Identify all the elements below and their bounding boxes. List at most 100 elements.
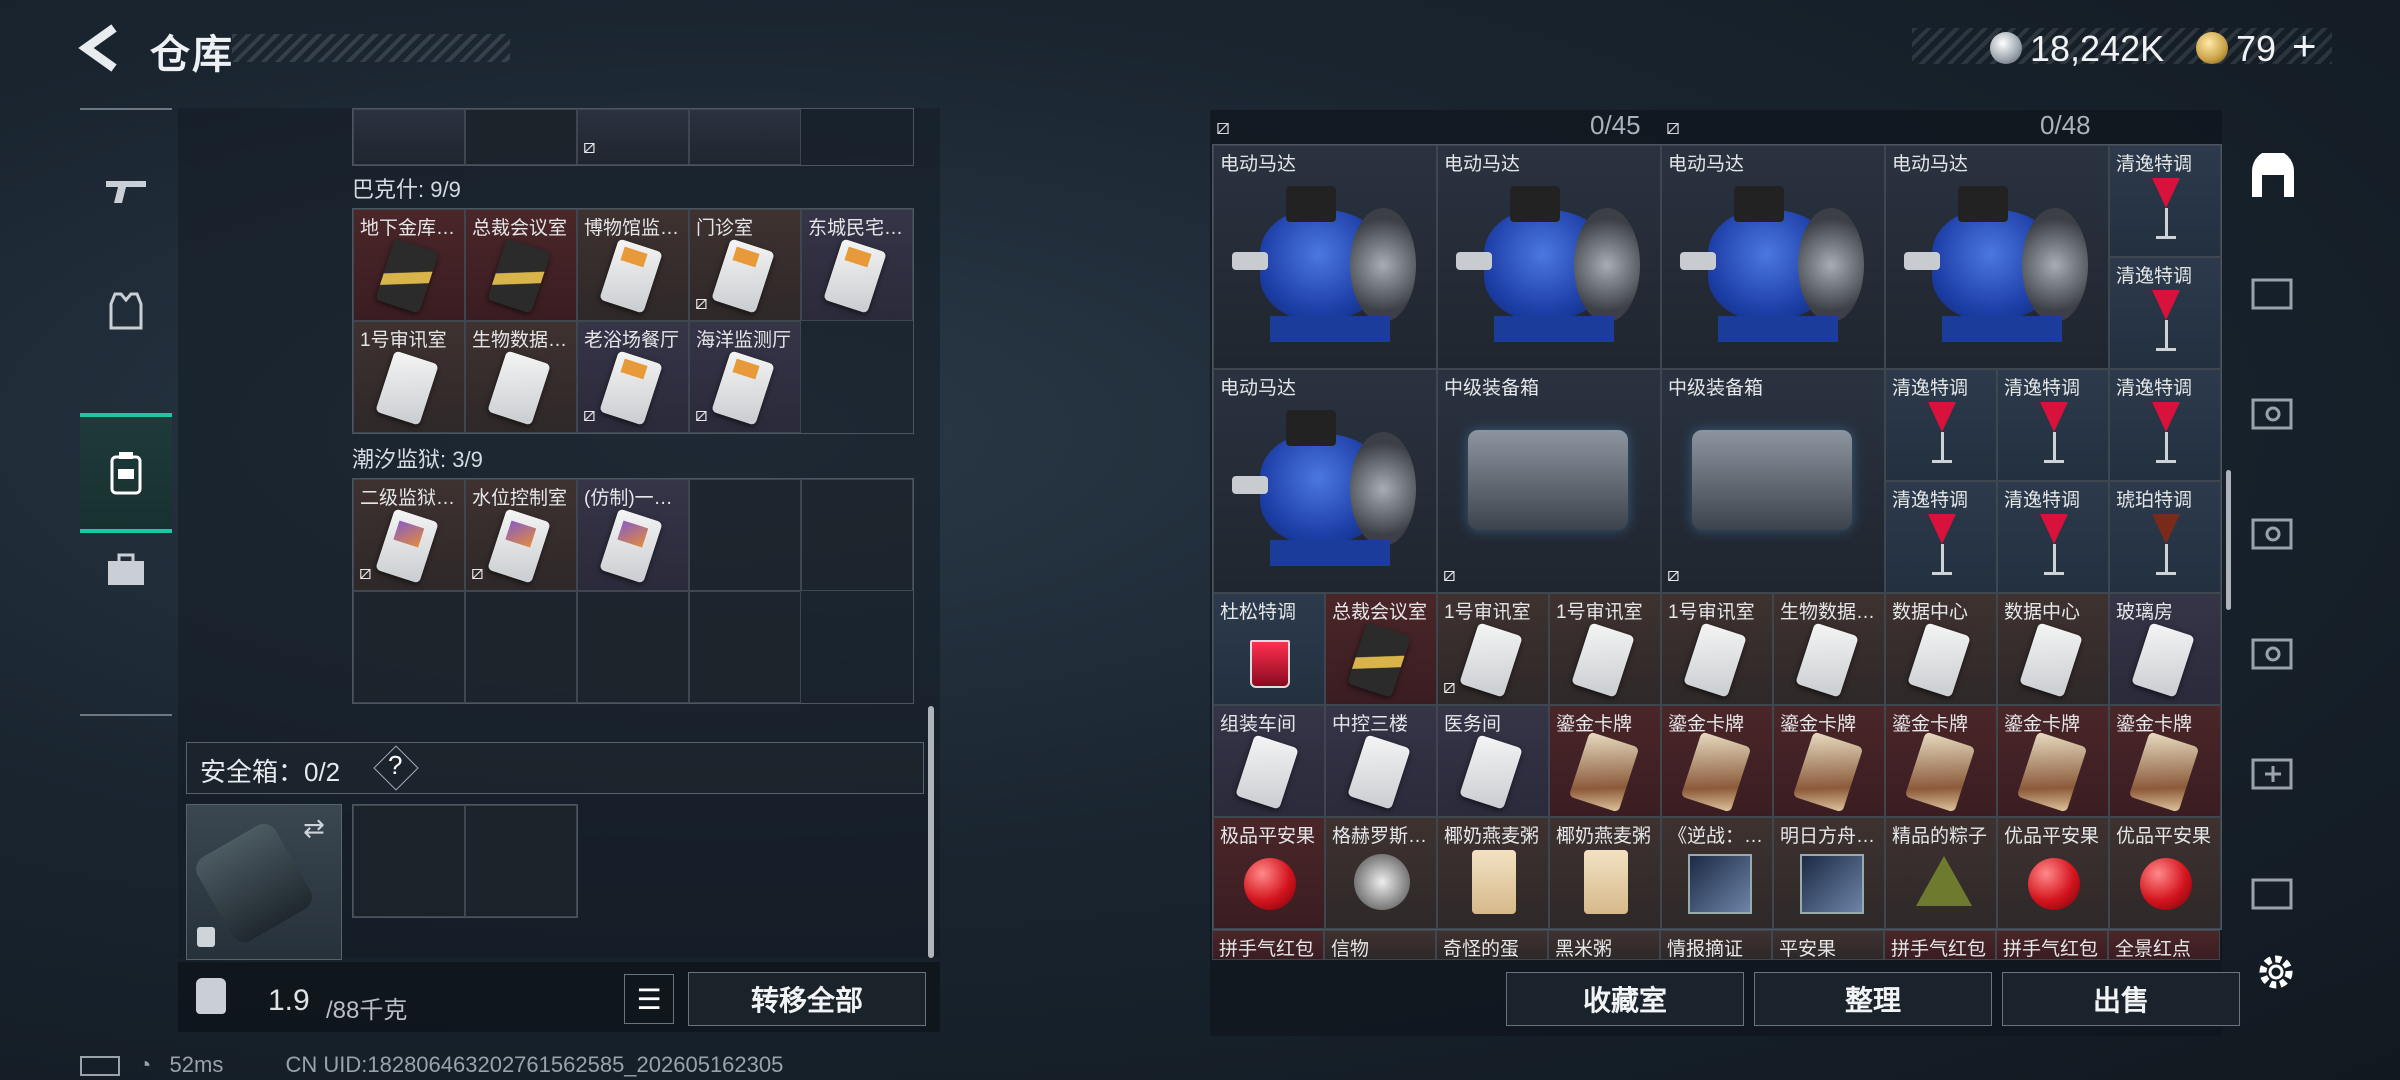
item-slot[interactable]: 1号审讯室 ⧄ [1437, 593, 1549, 705]
safe-slot[interactable] [465, 805, 577, 917]
item-slot[interactable]: 平安果 [1772, 930, 1884, 960]
nav-weapons[interactable] [80, 130, 172, 250]
item-slot[interactable]: 拼手气红包 [1212, 930, 1324, 960]
item-slot[interactable]: 精品的粽子 [1885, 817, 1997, 929]
grid-cell[interactable] [689, 591, 801, 703]
item-slot[interactable]: 1号审讯室 [1549, 593, 1661, 705]
album-icon [1800, 854, 1864, 914]
item-slot[interactable]: 格赫罗斯… [1325, 817, 1437, 929]
item-slot[interactable]: 杜松特调 [1213, 593, 1325, 705]
item-slot[interactable]: 电动马达 [1885, 145, 2109, 369]
item-slot[interactable]: 拼手气红包 [1884, 930, 1996, 960]
left-scrollbar[interactable] [928, 706, 934, 958]
item-slot[interactable]: 鎏金卡牌 [2109, 705, 2221, 817]
keycard-slot[interactable]: 博物馆监… [577, 209, 689, 321]
keycard-slot[interactable]: 生物数据… [465, 321, 577, 433]
item-slot[interactable]: 1号审讯室 [1661, 593, 1773, 705]
item-slot[interactable]: 医务间 [1437, 705, 1549, 817]
grid-cell[interactable] [353, 109, 465, 165]
keycard-slot[interactable]: (仿制)一… [577, 479, 689, 591]
back-button[interactable] [78, 24, 122, 72]
item-slot[interactable]: 鎏金卡牌 [1773, 705, 1885, 817]
item-slot[interactable]: 清逸特调 [1885, 481, 1997, 593]
collection-room-button[interactable]: 收藏室 [1506, 972, 1744, 1026]
keycard-slot[interactable]: 水位控制室 ⧄ [465, 479, 577, 591]
nav-equipment[interactable] [80, 250, 172, 370]
keycard-slot[interactable]: 老浴场餐厅 ⧄ [577, 321, 689, 433]
keycard-slot[interactable]: 地下金库… [353, 209, 465, 321]
safe-slot[interactable] [353, 805, 465, 917]
item-slot[interactable]: 中控三楼 [1325, 705, 1437, 817]
item-slot[interactable]: 电动马达 [1213, 369, 1437, 593]
item-slot[interactable]: 奇怪的蛋 [1436, 930, 1548, 960]
nav-container-2[interactable] [2230, 356, 2316, 468]
nav-warehouse[interactable] [2230, 120, 2316, 232]
item-slot[interactable]: 拼手气红包 [1996, 930, 2108, 960]
nav-container-4[interactable] [2230, 596, 2316, 708]
sort-button[interactable]: 整理 [1754, 972, 1992, 1026]
item-slot[interactable]: 数据中心 [1885, 593, 1997, 705]
transfer-all-button[interactable]: 转移全部 [688, 972, 926, 1026]
keycard-icon [2019, 622, 2083, 698]
safe-box-case[interactable]: ⇄ [186, 804, 342, 960]
item-slot[interactable]: 优品平安果 [1997, 817, 2109, 929]
item-slot[interactable]: 椰奶燕麦粥 [1549, 817, 1661, 929]
grid-cell[interactable] [465, 109, 577, 165]
page-title: 仓库 [150, 33, 234, 77]
grid-cell[interactable]: ⧄ [577, 109, 689, 165]
item-slot[interactable]: 清逸特调 [2109, 369, 2221, 481]
item-slot[interactable]: 清逸特调 [2109, 257, 2221, 369]
item-slot[interactable]: 清逸特调 [1997, 369, 2109, 481]
item-slot[interactable]: 清逸特调 [1885, 369, 1997, 481]
keycard-slot[interactable]: 海洋监测厅 ⧄ [689, 321, 801, 433]
item-slot[interactable]: 玻璃房 [2109, 593, 2221, 705]
grid-cell[interactable] [689, 479, 801, 591]
item-slot[interactable]: 鎏金卡牌 [1997, 705, 2109, 817]
item-slot[interactable]: 中级装备箱 ⧄ [1437, 369, 1661, 593]
item-slot[interactable]: 电动马达 [1213, 145, 1437, 369]
item-slot[interactable]: 电动马达 [1661, 145, 1885, 369]
grid-cell[interactable] [465, 591, 577, 703]
grid-cell[interactable] [689, 109, 801, 165]
grid-cell[interactable] [801, 479, 913, 591]
add-currency-button[interactable]: + [2292, 22, 2317, 70]
settings-button[interactable] [2256, 952, 2296, 992]
nav-container-3[interactable] [2230, 476, 2316, 588]
item-slot[interactable]: 清逸特调 [1997, 481, 2109, 593]
item-slot[interactable]: 优品平安果 [2109, 817, 2221, 929]
item-slot[interactable]: 全景红点 [2108, 930, 2220, 960]
item-slot[interactable]: 极品平安果 [1213, 817, 1325, 929]
sell-button[interactable]: 出售 [2002, 972, 2240, 1026]
grid-cell[interactable] [353, 591, 465, 703]
keycard-slot[interactable]: 1号审讯室 [353, 321, 465, 433]
item-slot[interactable]: 信物 [1324, 930, 1436, 960]
item-slot[interactable]: 琥珀特调 [2109, 481, 2221, 593]
item-slot[interactable]: 组装车间 [1213, 705, 1325, 817]
nav-container-5[interactable] [2230, 716, 2316, 828]
item-slot[interactable]: 总裁会议室 [1325, 593, 1437, 705]
item-slot[interactable]: 电动马达 [1437, 145, 1661, 369]
item-slot[interactable]: 明日方舟… [1773, 817, 1885, 929]
nav-toolbox[interactable] [80, 510, 172, 630]
grid-cell[interactable] [577, 591, 689, 703]
item-slot[interactable]: 鎏金卡牌 [1661, 705, 1773, 817]
item-slot[interactable]: 中级装备箱 ⧄ [1661, 369, 1885, 593]
list-view-button[interactable]: ☰ [624, 974, 674, 1024]
swap-icon[interactable]: ⇄ [303, 813, 325, 844]
nav-container-6[interactable] [2230, 836, 2316, 948]
nav-container-1[interactable] [2230, 236, 2316, 348]
item-slot[interactable]: 鎏金卡牌 [1885, 705, 1997, 817]
item-slot[interactable]: 情报摘证 [1660, 930, 1772, 960]
item-slot[interactable]: 椰奶燕麦粥 [1437, 817, 1549, 929]
keycard-slot[interactable]: 东城民宅… [801, 209, 913, 321]
item-slot[interactable]: 数据中心 [1997, 593, 2109, 705]
item-slot[interactable]: 清逸特调 [2109, 145, 2221, 257]
item-slot[interactable]: 生物数据… [1773, 593, 1885, 705]
item-slot[interactable]: 《逆战：… [1661, 817, 1773, 929]
keycard-slot[interactable]: 门诊室 ⧄ [689, 209, 801, 321]
keycard-slot[interactable]: 总裁会议室 [465, 209, 577, 321]
item-slot[interactable]: 黑米粥 [1548, 930, 1660, 960]
keycard-slot[interactable]: 二级监狱… ⧄ [353, 479, 465, 591]
item-name: 电动马达 [1892, 154, 1969, 175]
item-slot[interactable]: 鎏金卡牌 [1549, 705, 1661, 817]
